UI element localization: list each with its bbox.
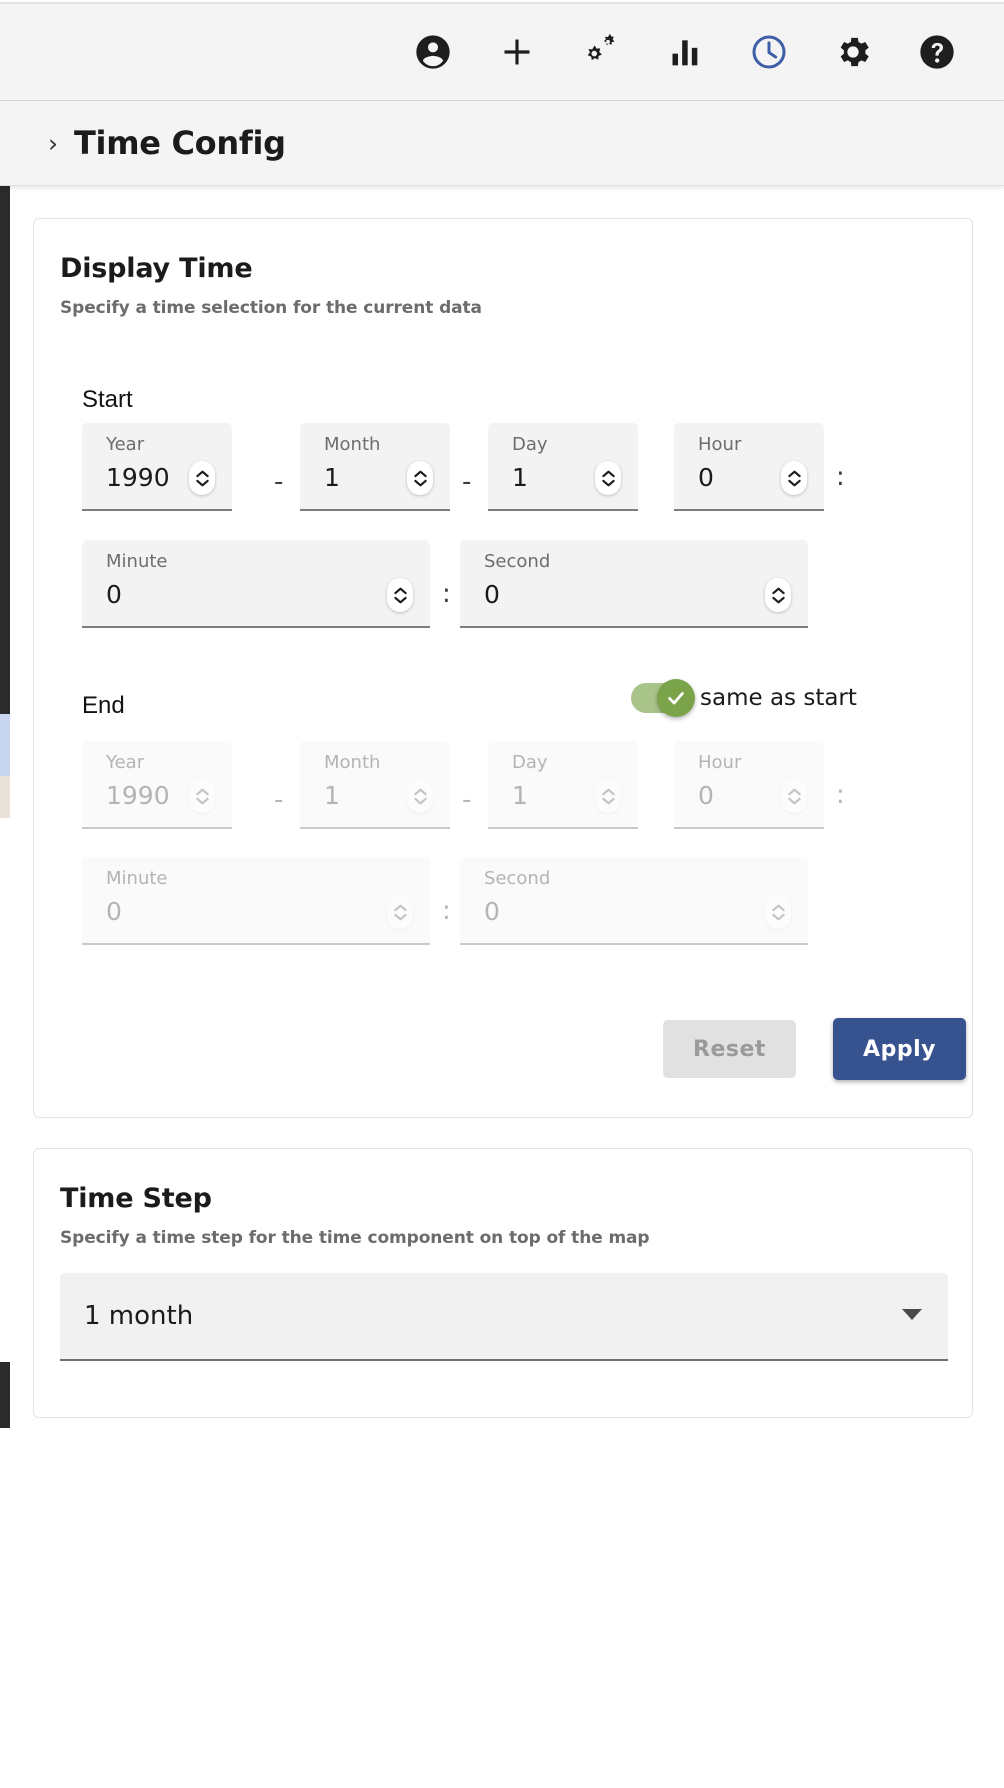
page-title: Time Config — [74, 124, 286, 162]
end-hour-value: 0 — [698, 781, 714, 810]
time-step-value: 1 month — [84, 1301, 194, 1331]
start-month-value: 1 — [324, 463, 340, 492]
gear-icon[interactable] — [830, 29, 876, 75]
end-minute-stepper[interactable] — [387, 895, 413, 929]
edge-sliver-beige — [0, 776, 10, 818]
start-second-value: 0 — [484, 580, 500, 609]
same-as-start-row: same as start — [631, 679, 857, 717]
end-month-stepper[interactable] — [407, 779, 433, 813]
start-time-separator-2: : — [442, 579, 451, 609]
start-date-separator-2: - — [462, 467, 472, 497]
start-minute-value: 0 — [106, 580, 122, 609]
start-section-label: Start — [82, 386, 133, 413]
end-year-label: Year — [106, 752, 145, 773]
end-second-stepper[interactable] — [765, 895, 791, 929]
end-time-separator-2: : — [442, 896, 451, 926]
start-day-label: Day — [512, 434, 548, 455]
end-year-value: 1990 — [106, 781, 170, 810]
start-month-label: Month — [324, 434, 381, 455]
same-as-start-label: same as start — [700, 685, 857, 711]
chevron-down-icon[interactable] — [902, 1309, 922, 1327]
edge-sliver-dark2 — [0, 1362, 10, 1428]
start-time-separator-1: : — [836, 462, 845, 492]
apply-button[interactable]: Apply — [833, 1018, 966, 1080]
end-month-value: 1 — [324, 781, 340, 810]
start-year-stepper[interactable] — [189, 461, 215, 495]
end-day-label: Day — [512, 752, 548, 773]
reset-button[interactable]: Reset — [663, 1020, 796, 1078]
top-toolbar — [0, 2, 1004, 101]
end-day-stepper[interactable] — [595, 779, 621, 813]
end-month-label: Month — [324, 752, 381, 773]
start-date-separator-1: - — [274, 467, 284, 497]
end-day-field[interactable]: Day 1 — [488, 741, 638, 829]
end-hour-label: Hour — [698, 752, 742, 773]
breadcrumb-chevron-icon[interactable]: › — [48, 131, 58, 156]
end-month-field[interactable]: Month 1 — [300, 741, 450, 829]
start-year-label: Year — [106, 434, 145, 455]
time-step-title: Time Step — [60, 1183, 212, 1214]
start-hour-value: 0 — [698, 463, 714, 492]
gears-icon[interactable] — [578, 29, 624, 75]
bar-chart-icon[interactable] — [662, 29, 708, 75]
start-month-field[interactable]: Month 1 — [300, 423, 450, 511]
edge-sliver-white — [0, 818, 10, 1362]
end-second-value: 0 — [484, 897, 500, 926]
start-hour-field[interactable]: Hour 0 — [674, 423, 824, 511]
start-day-stepper[interactable] — [595, 461, 621, 495]
end-second-field[interactable]: Second 0 — [460, 857, 808, 945]
end-year-stepper[interactable] — [189, 779, 215, 813]
time-step-subtitle: Specify a time step for the time compone… — [60, 1228, 650, 1248]
end-day-value: 1 — [512, 781, 528, 810]
time-step-card: Time Step Specify a time step for the ti… — [33, 1148, 973, 1418]
start-year-value: 1990 — [106, 463, 170, 492]
settings-content: Display Time Specify a time selection fo… — [0, 186, 1004, 1788]
end-second-label: Second — [484, 868, 551, 889]
plus-icon[interactable] — [494, 29, 540, 75]
end-hour-field[interactable]: Hour 0 — [674, 741, 824, 829]
end-section-label: End — [82, 692, 125, 719]
start-month-stepper[interactable] — [407, 461, 433, 495]
end-date-separator-2: - — [462, 785, 472, 815]
end-minute-label: Minute — [106, 868, 168, 889]
account-icon[interactable] — [410, 29, 456, 75]
start-day-value: 1 — [512, 463, 528, 492]
end-minute-value: 0 — [106, 897, 122, 926]
edge-sliver-blue — [0, 714, 10, 776]
end-year-field[interactable]: Year 1990 — [82, 741, 232, 829]
start-minute-label: Minute — [106, 551, 168, 572]
display-time-subtitle: Specify a time selection for the current… — [60, 298, 482, 318]
end-time-separator-1: : — [836, 780, 845, 810]
end-date-separator-1: - — [274, 785, 284, 815]
page-header-bar: › Time Config — [0, 101, 1004, 186]
end-hour-stepper[interactable] — [781, 779, 807, 813]
time-step-select[interactable]: 1 month — [60, 1273, 948, 1361]
start-day-field[interactable]: Day 1 — [488, 423, 638, 511]
start-year-field[interactable]: Year 1990 — [82, 423, 232, 511]
start-hour-label: Hour — [698, 434, 742, 455]
start-hour-stepper[interactable] — [781, 461, 807, 495]
start-second-field[interactable]: Second 0 — [460, 540, 808, 628]
start-second-stepper[interactable] — [765, 578, 791, 612]
display-time-title: Display Time — [60, 253, 253, 284]
same-as-start-toggle[interactable] — [631, 679, 695, 717]
toggle-thumb — [657, 679, 695, 717]
start-minute-stepper[interactable] — [387, 578, 413, 612]
start-second-label: Second — [484, 551, 551, 572]
end-minute-field[interactable]: Minute 0 — [82, 857, 430, 945]
display-time-card: Display Time Specify a time selection fo… — [33, 218, 973, 1118]
clock-icon[interactable] — [746, 29, 792, 75]
edge-sliver-dark — [0, 104, 10, 714]
help-icon[interactable] — [914, 29, 960, 75]
start-minute-field[interactable]: Minute 0 — [82, 540, 430, 628]
